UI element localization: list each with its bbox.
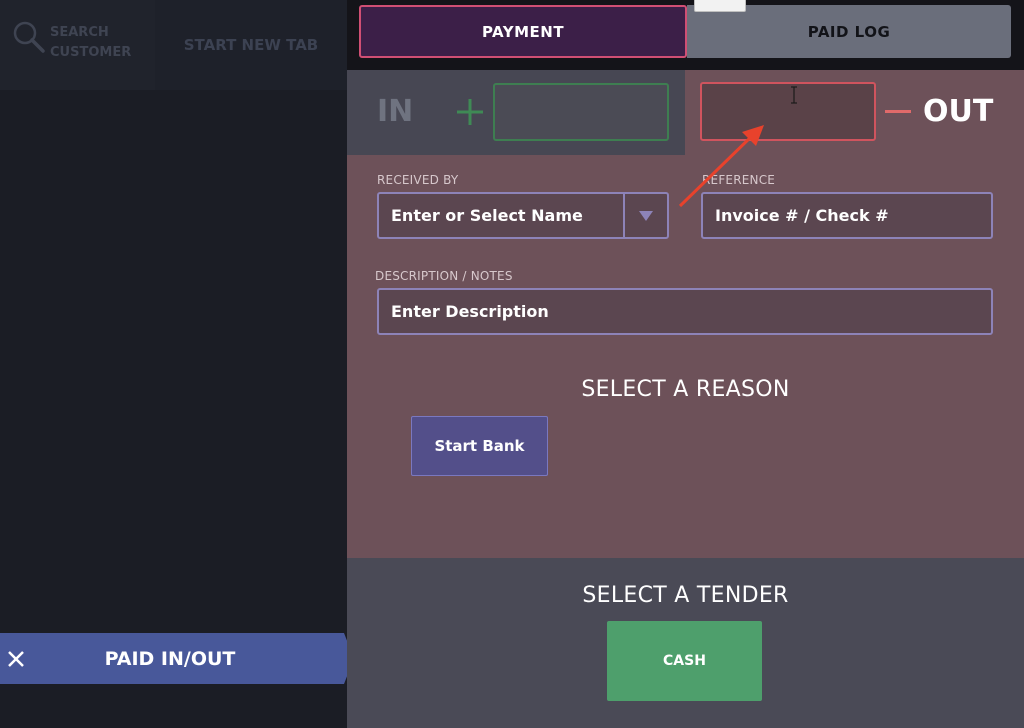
search-customer-button[interactable]: SEARCH CUSTOMER [0, 0, 155, 90]
left-panel: SEARCH CUSTOMER START NEW TAB PAID IN/OU… [0, 0, 354, 728]
received-by-select[interactable]: Enter or Select Name [377, 192, 669, 239]
tab-paid-log[interactable]: PAID LOG [687, 5, 1011, 58]
select-reason-title: SELECT A REASON [581, 377, 790, 402]
plus-icon [457, 99, 483, 125]
received-by-label: RECEIVED BY [377, 173, 459, 187]
left-top-bar: SEARCH CUSTOMER START NEW TAB [0, 0, 347, 90]
received-by-value: Enter or Select Name [391, 206, 583, 225]
text-cursor-icon [791, 86, 797, 104]
annotation-arrow-icon [678, 125, 764, 208]
mini-toolbar [694, 0, 746, 12]
paid-in-out-tab[interactable]: PAID IN/OUT [0, 633, 354, 684]
start-new-tab-button[interactable]: START NEW TAB [155, 0, 347, 90]
tab-bar: PAYMENT PAID LOG [347, 0, 1024, 70]
tender-cash-button[interactable]: CASH [607, 621, 762, 701]
paid-in-out-label: PAID IN/OUT [104, 647, 236, 670]
reason-start-bank-button[interactable]: Start Bank [411, 416, 548, 476]
description-input[interactable] [377, 288, 993, 335]
paid-in-amount-input[interactable] [493, 83, 669, 141]
minus-icon [885, 110, 911, 113]
description-label: DESCRIPTION / NOTES [375, 269, 513, 283]
caret-down-icon [639, 210, 653, 221]
paid-in-section: IN [347, 70, 685, 155]
search-customer-label: SEARCH CUSTOMER [50, 25, 132, 60]
in-label: IN [377, 94, 414, 129]
out-label: OUT [923, 94, 994, 129]
right-panel: PAYMENT PAID LOG IN OUT RECEIVED BY Ente… [347, 0, 1024, 728]
tab-payment[interactable]: PAYMENT [359, 5, 687, 58]
search-icon [13, 21, 45, 53]
dropdown-toggle[interactable] [623, 194, 667, 237]
select-tender-title: SELECT A TENDER [582, 583, 789, 608]
